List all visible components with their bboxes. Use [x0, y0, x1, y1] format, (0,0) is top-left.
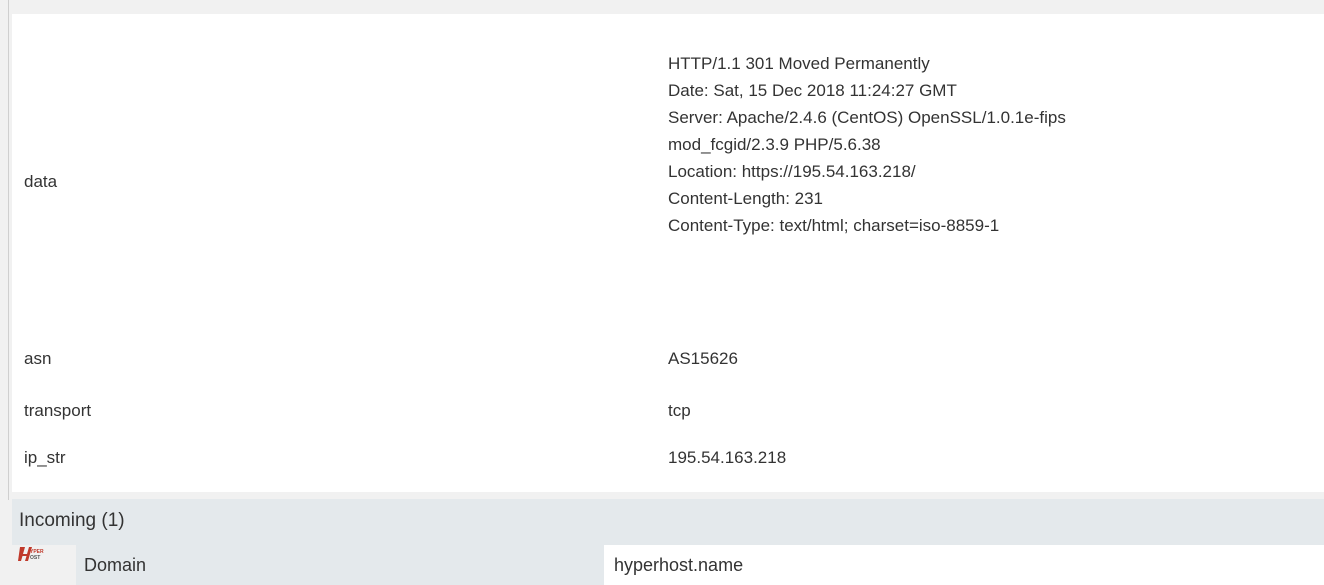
data-line: Location: https://195.54.163.218/	[668, 162, 916, 181]
data-value: HTTP/1.1 301 Moved Permanently Date: Sat…	[668, 50, 1066, 239]
incoming-table-row: YPER OST Domain hyperhost.name	[12, 545, 1324, 585]
asn-value: AS15626	[668, 349, 738, 368]
ip-key: ip_str	[24, 448, 66, 467]
domain-value-link[interactable]: hyperhost.name	[614, 553, 743, 577]
incoming-title: Incoming (1)	[19, 510, 125, 531]
data-line: Date: Sat, 15 Dec 2018 11:24:27 GMT	[668, 81, 957, 100]
svg-text:OST: OST	[30, 555, 40, 561]
domain-key-cell: Domain	[76, 545, 604, 585]
asn-key: asn	[24, 349, 52, 368]
data-key: data	[24, 172, 58, 191]
transport-row: transport tcp	[12, 397, 1324, 437]
transport-value: tcp	[668, 401, 691, 420]
domain-value-cell: hyperhost.name	[604, 545, 1324, 585]
data-row: data HTTP/1.1 301 Moved Permanently Date…	[12, 14, 1324, 344]
ip-value: 195.54.163.218	[668, 448, 787, 467]
data-line: mod_fcgid/2.3.9 PHP/5.6.38	[668, 135, 881, 154]
transport-key: transport	[24, 401, 92, 420]
asn-row: asn AS15626	[12, 345, 1324, 385]
incoming-section-header[interactable]: Incoming (1)	[12, 499, 1324, 545]
domain-key: Domain	[84, 555, 147, 575]
data-line: Content-Length: 231	[668, 189, 824, 208]
data-line: HTTP/1.1 301 Moved Permanently	[668, 54, 930, 73]
ip-row: ip_str 195.54.163.218	[12, 444, 1324, 484]
data-line: Content-Type: text/html; charset=iso-885…	[668, 216, 1000, 235]
record-details-panel: data HTTP/1.1 301 Moved Permanently Date…	[12, 14, 1324, 492]
left-border	[8, 0, 9, 500]
data-line: Server: Apache/2.4.6 (CentOS) OpenSSL/1.…	[668, 108, 1066, 127]
hyperhost-logo: YPER OST	[16, 545, 76, 565]
